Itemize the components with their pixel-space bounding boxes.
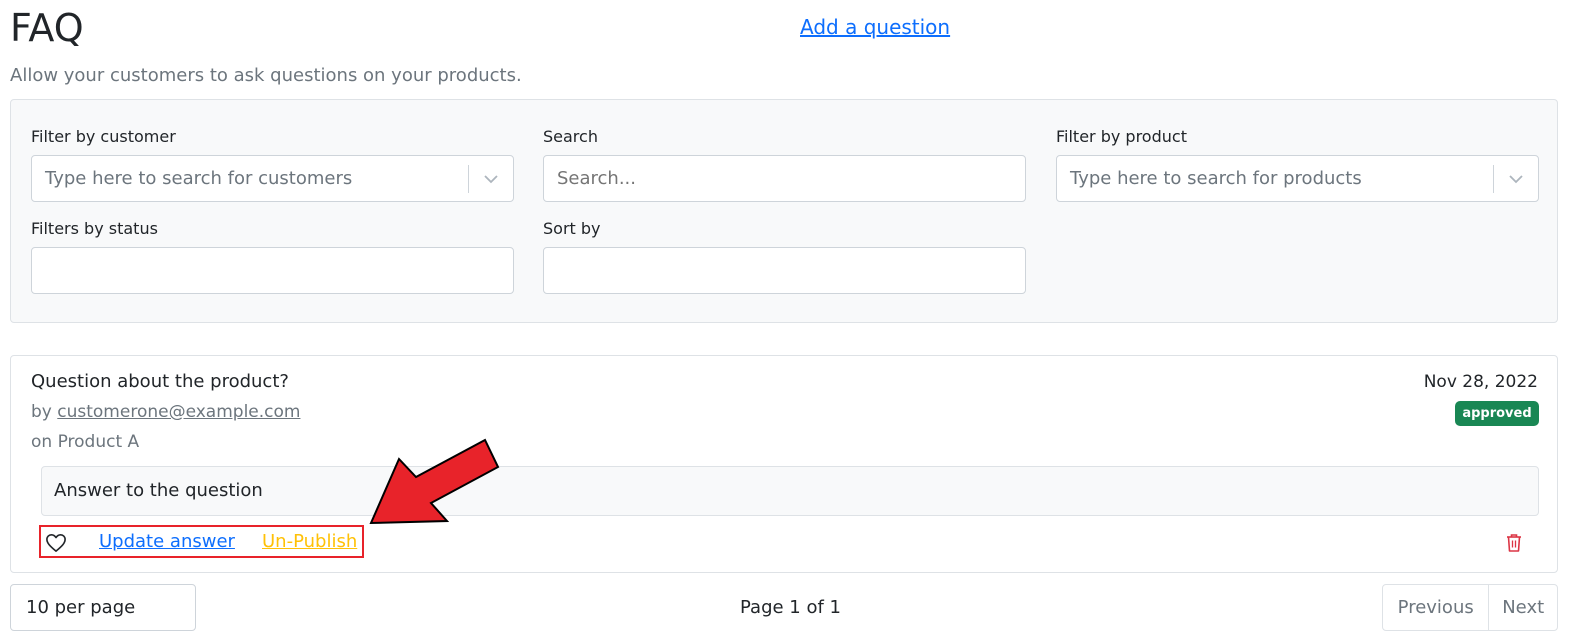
answer-text: Answer to the question (54, 480, 263, 501)
unpublish-link[interactable]: Un-Publish (262, 530, 357, 554)
question-product: on Product A (31, 432, 140, 452)
filter-product-placeholder: Type here to search for products (1070, 168, 1362, 189)
filter-customer-select[interactable]: Type here to search for customers (31, 155, 514, 202)
annotation-arrow (369, 438, 500, 525)
question-author: by customerone@example.com (31, 400, 300, 424)
update-answer-link[interactable]: Update answer (99, 530, 235, 554)
question-title: Question about the product? (31, 371, 289, 392)
chevron-down-icon[interactable] (469, 156, 513, 201)
filter-status-select[interactable] (31, 247, 514, 294)
author-prefix: by (31, 402, 52, 422)
status-badge: approved (1455, 401, 1539, 426)
filter-product-label: Filter by product (1056, 127, 1187, 146)
per-page-select[interactable]: 10 per page (10, 584, 196, 631)
pagination-controls: Previous Next (1382, 584, 1558, 631)
chevron-down-icon[interactable] (1494, 156, 1538, 201)
next-button[interactable]: Next (1489, 585, 1557, 630)
search-label: Search (543, 127, 598, 146)
search-input[interactable] (543, 155, 1026, 202)
answer-box: Answer to the question (41, 466, 1539, 516)
sort-by-label: Sort by (543, 219, 601, 238)
filter-customer-placeholder: Type here to search for customers (45, 168, 353, 189)
page-info: Page 1 of 1 (740, 597, 841, 618)
per-page-value: 10 per page (26, 597, 136, 618)
author-email-link[interactable]: customerone@example.com (57, 402, 300, 422)
previous-button[interactable]: Previous (1383, 585, 1490, 630)
heart-outline-icon[interactable] (45, 533, 69, 553)
page-subtitle: Allow your customers to ask questions on… (10, 65, 522, 86)
page-title: FAQ (10, 6, 84, 50)
add-question-link[interactable]: Add a question (800, 13, 950, 41)
filter-customer-label: Filter by customer (31, 127, 176, 146)
filter-product-select[interactable]: Type here to search for products (1056, 155, 1539, 202)
question-card: Question about the product? by customero… (10, 355, 1558, 573)
filter-panel: Filter by customer Type here to search f… (10, 99, 1558, 323)
trash-icon[interactable] (1505, 533, 1523, 555)
sort-by-select[interactable] (543, 247, 1026, 294)
question-date: Nov 28, 2022 (1423, 372, 1538, 392)
filter-status-label: Filters by status (31, 219, 158, 238)
